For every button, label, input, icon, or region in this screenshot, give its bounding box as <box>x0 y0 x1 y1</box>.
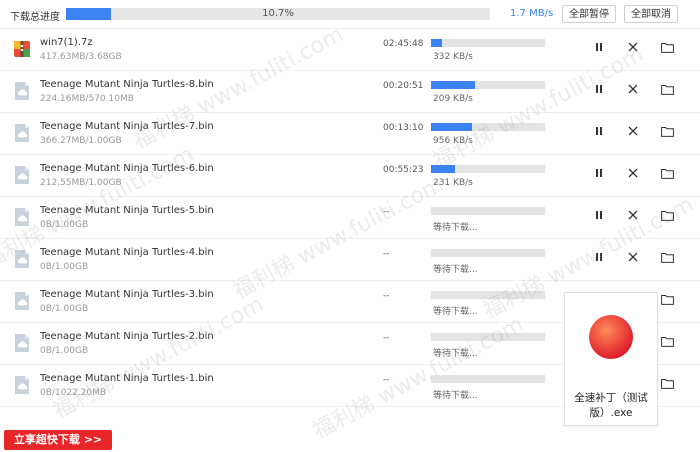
cloud-file-icon <box>12 123 32 143</box>
file-size: 0B/1.00GB <box>40 304 89 314</box>
file-size: 417.63MB/3.68GB <box>40 52 122 62</box>
file-size: 0B/1022.20MB <box>40 388 107 398</box>
file-progress-track <box>431 291 545 299</box>
download-row[interactable]: Teenage Mutant Ninja Turtles-7.bin 366.27… <box>0 112 700 155</box>
file-size: 224.16MB/570.10MB <box>40 94 134 104</box>
cloud-file-icon <box>12 291 32 311</box>
close-icon[interactable] <box>626 168 640 182</box>
file-name: Teenage Mutant Ninja Turtles-4.bin <box>40 247 214 258</box>
cancel-all-button[interactable]: 全部取消 <box>624 5 678 23</box>
file-progress-track <box>431 333 545 341</box>
file-name: Teenage Mutant Ninja Turtles-5.bin <box>40 205 214 216</box>
file-progress-fill <box>431 39 443 47</box>
total-progress-bar-area: 下载总进度 10.7% 1.7 MB/s 全部暂停 全部取消 <box>0 0 700 29</box>
download-status: 956 KB/s <box>433 136 473 146</box>
folder-icon[interactable] <box>660 252 674 266</box>
file-progress-track <box>431 39 545 47</box>
file-progress-fill <box>431 123 473 131</box>
close-icon[interactable] <box>626 252 640 266</box>
total-speed: 1.7 MB/s <box>510 8 554 19</box>
folder-icon[interactable] <box>660 126 674 140</box>
file-name: Teenage Mutant Ninja Turtles-2.bin <box>40 331 214 342</box>
download-row[interactable]: Teenage Mutant Ninja Turtles-8.bin 224.16… <box>0 70 700 113</box>
file-size: 366.27MB/1.00GB <box>40 136 122 146</box>
file-size: 0B/1.00GB <box>40 346 89 356</box>
download-row[interactable]: Teenage Mutant Ninja Turtles-6.bin 212.55… <box>0 154 700 197</box>
app-icon <box>589 315 633 359</box>
popup-filename-line2: 版）.exe <box>589 407 633 419</box>
folder-icon[interactable] <box>660 294 674 308</box>
download-status: 等待下载... <box>433 391 478 401</box>
total-progress-label: 下载总进度 <box>10 12 60 23</box>
file-name: Teenage Mutant Ninja Turtles-7.bin <box>40 121 214 132</box>
total-progress-percent: 10.7% <box>262 8 294 19</box>
download-status: 等待下载... <box>433 307 478 317</box>
folder-icon[interactable] <box>660 336 674 350</box>
folder-icon[interactable] <box>660 378 674 392</box>
cloud-file-icon <box>12 375 32 395</box>
file-name: Teenage Mutant Ninja Turtles-6.bin <box>40 163 214 174</box>
file-name: Teenage Mutant Ninja Turtles-3.bin <box>40 289 214 300</box>
time-remaining: 00:13:10 <box>383 123 424 133</box>
pause-icon[interactable] <box>592 252 606 266</box>
archive-icon <box>12 39 32 59</box>
file-progress-track <box>431 375 545 383</box>
pause-icon[interactable] <box>592 42 606 56</box>
file-size: 0B/1.00GB <box>40 220 89 230</box>
file-progress-track <box>431 123 545 131</box>
time-remaining: 00:55:23 <box>383 165 424 175</box>
folder-icon[interactable] <box>660 84 674 98</box>
close-icon[interactable] <box>626 42 640 56</box>
download-status: 等待下载... <box>433 349 478 359</box>
pause-icon[interactable] <box>592 168 606 182</box>
file-size: 0B/1.00GB <box>40 262 89 272</box>
download-row[interactable]: win7(1).7z 417.63MB/3.68GB 02:45:48 332 KB/… <box>0 28 700 71</box>
file-size: 212.55MB/1.00GB <box>40 178 122 188</box>
download-row[interactable]: Teenage Mutant Ninja Turtles-5.bin 0B/1.0… <box>0 196 700 239</box>
folder-icon[interactable] <box>660 210 674 224</box>
download-row[interactable]: Teenage Mutant Ninja Turtles-4.bin 0B/1.0… <box>0 238 700 281</box>
folder-icon[interactable] <box>660 42 674 56</box>
file-progress-fill <box>431 81 476 89</box>
file-progress-fill <box>431 165 455 173</box>
pause-icon[interactable] <box>592 126 606 140</box>
pause-icon[interactable] <box>592 210 606 224</box>
close-icon[interactable] <box>626 126 640 140</box>
time-remaining: -- <box>383 207 390 217</box>
file-progress-track <box>431 207 545 215</box>
download-status: 等待下载... <box>433 223 478 233</box>
close-icon[interactable] <box>626 84 640 98</box>
time-remaining: -- <box>383 333 390 343</box>
file-preview-popup[interactable]: 全速补丁（测试 版）.exe <box>564 292 658 426</box>
time-remaining: 02:45:48 <box>383 39 424 49</box>
folder-icon[interactable] <box>660 168 674 182</box>
time-remaining: -- <box>383 249 390 259</box>
download-status: 231 KB/s <box>433 178 473 188</box>
file-progress-track <box>431 165 545 173</box>
cloud-file-icon <box>12 207 32 227</box>
file-progress-track <box>431 249 545 257</box>
file-name: Teenage Mutant Ninja Turtles-8.bin <box>40 79 214 90</box>
time-remaining: -- <box>383 375 390 385</box>
file-progress-track <box>431 81 545 89</box>
download-status: 等待下载... <box>433 265 478 275</box>
time-remaining: 00:20:51 <box>383 81 424 91</box>
cloud-file-icon <box>12 249 32 269</box>
download-status: 332 KB/s <box>433 52 473 62</box>
pause-icon[interactable] <box>592 84 606 98</box>
file-name: Teenage Mutant Ninja Turtles-1.bin <box>40 373 214 384</box>
popup-filename: 全速补丁（测试 版）.exe <box>569 391 653 421</box>
pause-all-button[interactable]: 全部暂停 <box>562 5 616 23</box>
cloud-file-icon <box>12 333 32 353</box>
file-name: win7(1).7z <box>40 37 93 48</box>
cloud-file-icon <box>12 81 32 101</box>
fast-download-promo-button[interactable]: 立享超快下载 >> <box>4 430 112 450</box>
close-icon[interactable] <box>626 210 640 224</box>
cloud-file-icon <box>12 165 32 185</box>
time-remaining: -- <box>383 291 390 301</box>
download-status: 209 KB/s <box>433 94 473 104</box>
popup-filename-line1: 全速补丁（测试 <box>574 392 648 404</box>
total-progress-track: 10.7% <box>66 8 490 20</box>
